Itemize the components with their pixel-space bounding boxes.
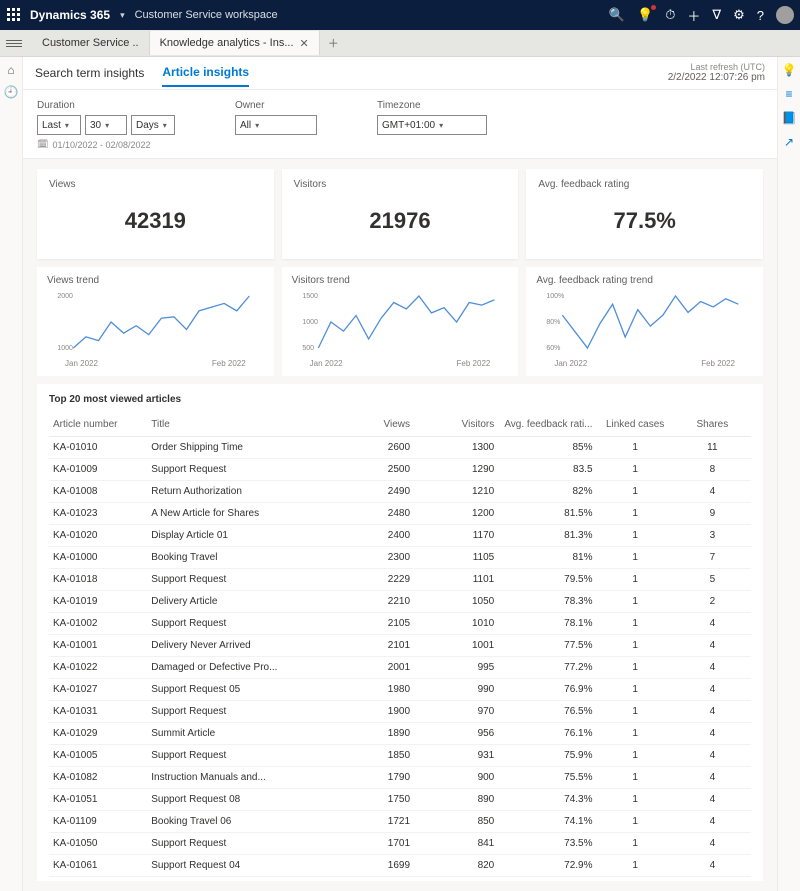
duration-label: Duration [37, 100, 175, 111]
window-tab-customer-service[interactable]: Customer Service .. [32, 31, 150, 55]
home-icon[interactable]: ⌂ [4, 63, 18, 77]
articles-table: Article number Title Views Visitors Avg.… [49, 413, 751, 877]
window-tab-bar: Customer Service .. Knowledge analytics … [0, 30, 800, 57]
feedback-trend-chart: 60% 80% 100% [536, 290, 753, 356]
table-row[interactable]: KA-01082Instruction Manuals and...179090… [49, 767, 751, 789]
timer-icon[interactable]: ⏱ [665, 7, 675, 23]
date-range-label: 🗓 01/10/2022 - 02/08/2022 [37, 139, 175, 158]
table-row[interactable]: KA-01027Support Request 05198099076.9%14 [49, 679, 751, 701]
table-row[interactable]: KA-01061Support Request 04169982072.9%14 [49, 855, 751, 877]
owner-label: Owner [235, 100, 317, 111]
table-row[interactable]: KA-01005Support Request185093175.9%14 [49, 745, 751, 767]
svg-text:60%: 60% [547, 345, 561, 352]
brand-label[interactable]: Dynamics 365 [30, 8, 110, 22]
sub-nav: Search term insights Article insights La… [23, 57, 777, 90]
svg-text:2000: 2000 [57, 293, 73, 300]
main-content: Search term insights Article insights La… [23, 57, 777, 891]
left-rail: ⌂ 🕘 [0, 57, 23, 891]
col-title[interactable]: Title [147, 413, 330, 437]
clock-icon[interactable]: 🕘 [4, 85, 18, 99]
avatar[interactable] [776, 6, 794, 24]
settings-icon[interactable]: ⚙ [733, 7, 745, 23]
bulb-icon[interactable]: 💡 [637, 7, 653, 23]
views-trend-card: Views trend 10002000 Jan 2022Feb 2022 [37, 267, 274, 376]
new-tab-button[interactable]: ＋ [320, 31, 347, 55]
book-rail-icon[interactable]: 📘 [782, 111, 797, 125]
app-launcher-icon[interactable] [6, 7, 22, 23]
col-visitors[interactable]: Visitors [414, 413, 498, 437]
tab-search-term-insights[interactable]: Search term insights [35, 60, 144, 86]
svg-text:1000: 1000 [302, 319, 318, 326]
kpi-views: Views 42319 [37, 169, 274, 259]
timezone-select[interactable]: GMT+01:00▾ [377, 115, 487, 135]
last-refresh: Last refresh (UTC) 2/2/2022 12:07:26 pm [668, 62, 765, 85]
kpi-visitors: Visitors 21976 [282, 169, 519, 259]
owner-select[interactable]: All▾ [235, 115, 317, 135]
table-row[interactable]: KA-01010Order Shipping Time2600130085%11… [49, 437, 751, 459]
filter-icon[interactable]: ∇ [712, 7, 721, 23]
tab-article-insights[interactable]: Article insights [162, 59, 249, 87]
list-rail-icon[interactable]: ≡ [785, 87, 792, 101]
workspace-label: Customer Service workspace [135, 9, 278, 21]
table-row[interactable]: KA-01000Booking Travel2300110581%17 [49, 547, 751, 569]
duration-mode-select[interactable]: Last▾ [37, 115, 81, 135]
table-row[interactable]: KA-01002Support Request2105101078.1%14 [49, 613, 751, 635]
duration-unit-select[interactable]: Days▾ [131, 115, 175, 135]
feedback-trend-card: Avg. feedback rating trend 60%80%100% Ja… [526, 267, 763, 376]
topbar: Dynamics 365 ▾ Customer Service workspac… [0, 0, 800, 30]
table-row[interactable]: KA-01023A New Article for Shares24801200… [49, 503, 751, 525]
chevron-down-icon[interactable]: ▾ [120, 10, 125, 21]
timezone-label: Timezone [377, 100, 487, 111]
table-title: Top 20 most viewed articles [49, 394, 751, 405]
calendar-icon: 🗓 [37, 139, 48, 150]
share-rail-icon[interactable]: ↗ [784, 135, 794, 149]
table-row[interactable]: KA-01019Delivery Article2210105078.3%12 [49, 591, 751, 613]
hamburger-icon[interactable] [6, 40, 22, 47]
svg-text:80%: 80% [547, 319, 561, 326]
right-rail: 💡 ≡ 📘 ↗ [777, 57, 800, 891]
table-row[interactable]: KA-01018Support Request2229110179.5%15 [49, 569, 751, 591]
svg-text:500: 500 [302, 345, 314, 352]
col-linked-cases[interactable]: Linked cases [597, 413, 674, 437]
table-row[interactable]: KA-01029Summit Article189095676.1%14 [49, 723, 751, 745]
table-row[interactable]: KA-01001Delivery Never Arrived2101100177… [49, 635, 751, 657]
col-article-number[interactable]: Article number [49, 413, 147, 437]
svg-text:100%: 100% [547, 293, 565, 300]
col-views[interactable]: Views [330, 413, 414, 437]
table-row[interactable]: KA-01031Support Request190097076.5%14 [49, 701, 751, 723]
visitors-trend-card: Visitors trend 50010001500 Jan 2022Feb 2… [282, 267, 519, 376]
svg-text:1000: 1000 [57, 345, 73, 352]
table-row[interactable]: KA-01009Support Request2500129083.518 [49, 459, 751, 481]
plus-icon[interactable]: ＋ [687, 6, 700, 25]
table-row[interactable]: KA-01051Support Request 08175089074.3%14 [49, 789, 751, 811]
close-icon[interactable]: ✕ [300, 37, 309, 50]
table-row[interactable]: KA-01050Support Request170184173.5%14 [49, 833, 751, 855]
articles-table-card: Top 20 most viewed articles Article numb… [37, 384, 763, 881]
bulb-rail-icon[interactable]: 💡 [782, 63, 797, 77]
table-row[interactable]: KA-01022Damaged or Defective Pro...20019… [49, 657, 751, 679]
visitors-trend-chart: 500 1000 1500 [292, 290, 509, 356]
kpi-feedback: Avg. feedback rating 77.5% [526, 169, 763, 259]
col-shares[interactable]: Shares [674, 413, 751, 437]
filters-bar: Duration Last▾ 30▾ Days▾ 🗓 01/10/2022 - … [23, 90, 777, 159]
views-trend-chart: 1000 2000 [47, 290, 264, 356]
table-row[interactable]: KA-01008Return Authorization2490121082%1… [49, 481, 751, 503]
search-icon[interactable]: 🔍 [609, 7, 625, 23]
help-icon[interactable]: ? [757, 8, 764, 23]
col-feedback[interactable]: Avg. feedback rati... [498, 413, 596, 437]
table-row[interactable]: KA-01109Booking Travel 06172185074.1%14 [49, 811, 751, 833]
table-row[interactable]: KA-01020Display Article 012400117081.3%1… [49, 525, 751, 547]
window-tab-knowledge-analytics[interactable]: Knowledge analytics - Ins... ✕ [150, 31, 320, 55]
svg-text:1500: 1500 [302, 293, 318, 300]
duration-value-select[interactable]: 30▾ [85, 115, 127, 135]
